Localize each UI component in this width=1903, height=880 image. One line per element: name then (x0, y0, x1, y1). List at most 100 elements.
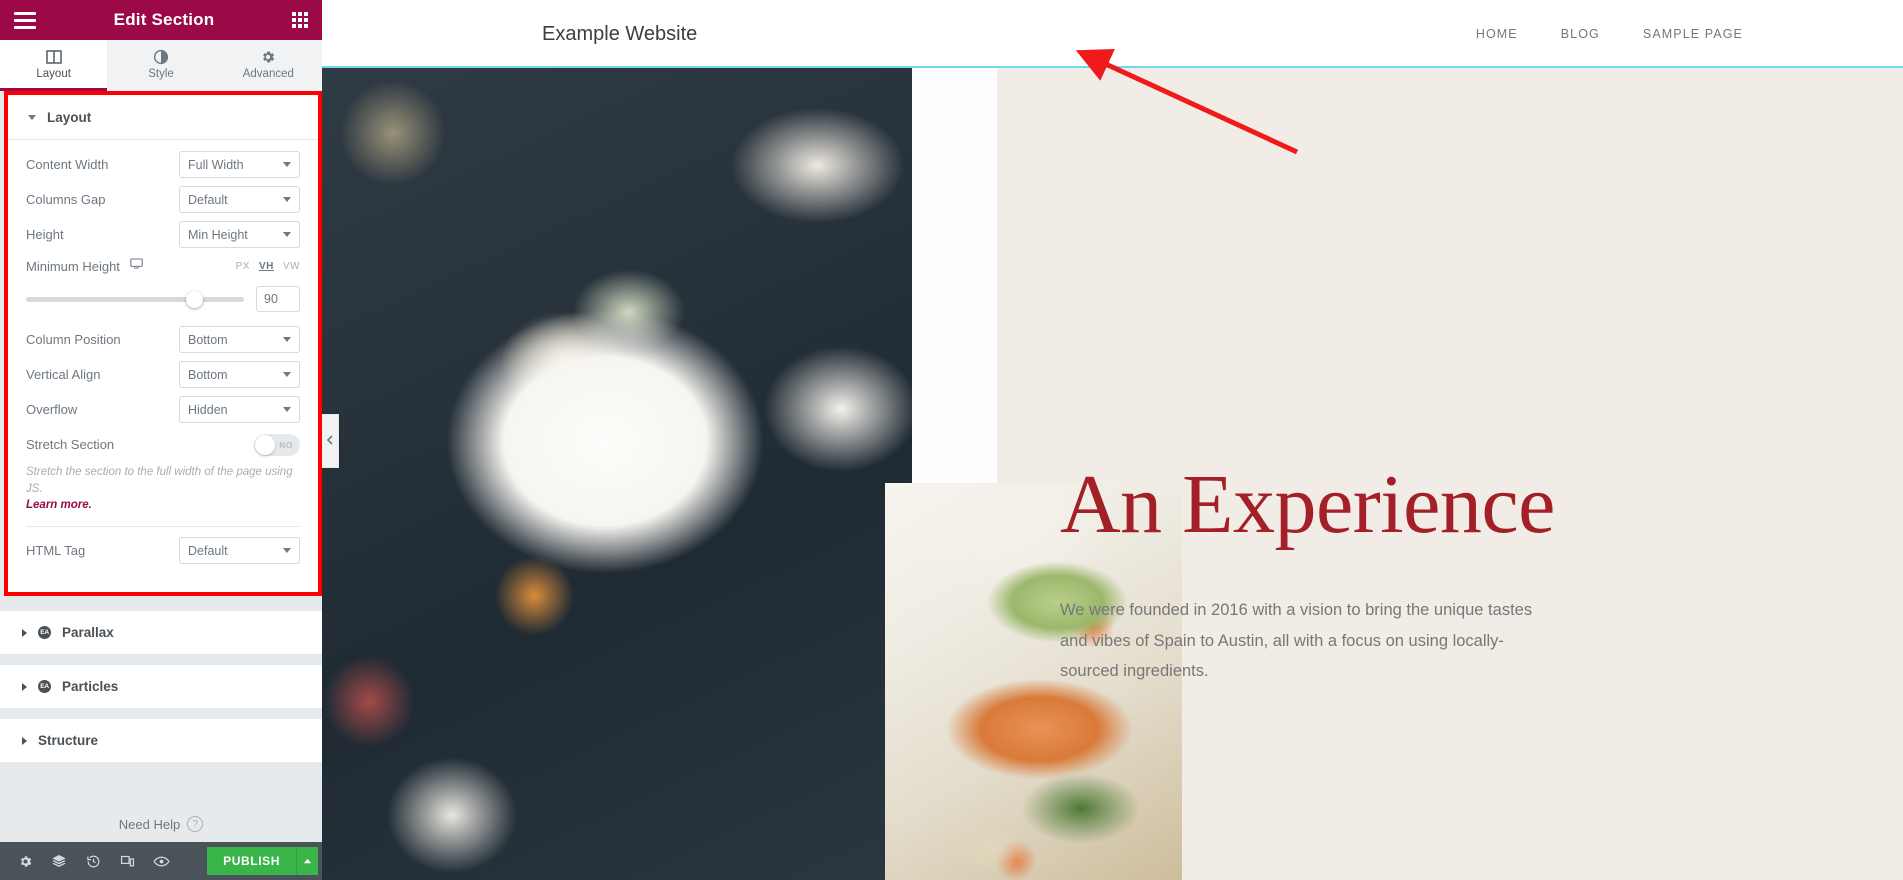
nav-item-blog[interactable]: BLOG (1561, 27, 1600, 41)
layout-section-title: Layout (47, 110, 92, 125)
stretch-description-text: Stretch the section to the full width of… (26, 466, 293, 495)
slider-handle[interactable] (186, 290, 203, 308)
overflow-select[interactable]: Hidden (179, 396, 300, 423)
divider (26, 526, 300, 528)
chevron-right-icon (22, 628, 27, 637)
height-select[interactable]: Min Height (179, 221, 300, 248)
desktop-icon[interactable] (130, 257, 236, 275)
control-label: Content Width (26, 157, 109, 172)
column-position-value: Bottom (188, 332, 228, 347)
minimum-height-input[interactable]: 90 (256, 286, 300, 312)
control-vertical-align: Vertical Align Bottom (26, 357, 300, 392)
control-column-position: Column Position Bottom (26, 322, 300, 357)
height-value: Min Height (188, 227, 248, 242)
site-header: Example Website HOME BLOG SAMPLE PAGE (322, 0, 1903, 68)
accordion-particles-label: Particles (62, 679, 119, 694)
tab-style[interactable]: Style (107, 40, 215, 91)
tab-layout[interactable]: Layout (0, 40, 108, 91)
html-tag-select[interactable]: Default (179, 537, 300, 565)
column-position-select[interactable]: Bottom (179, 326, 300, 353)
settings-gear-icon[interactable] (8, 842, 42, 880)
chevron-down-icon (28, 115, 36, 120)
apps-grid-icon[interactable] (291, 12, 308, 28)
tab-layout-label: Layout (36, 67, 71, 80)
unit-vw[interactable]: VW (283, 261, 300, 272)
html-tag-label: HTML Tag (26, 543, 86, 559)
site-title[interactable]: Example Website (542, 23, 697, 46)
control-label: Vertical Align (26, 367, 101, 382)
panel-body: Layout Content Width Full Width Columns … (0, 91, 322, 842)
content-width-select[interactable]: Full Width (179, 151, 300, 178)
need-help-label: Need Help (118, 816, 181, 832)
accordion-structure-label: Structure (38, 733, 99, 748)
nav-item-sample-page[interactable]: SAMPLE PAGE (1643, 27, 1743, 41)
layout-controls: Content Width Full Width Columns Gap Def… (8, 140, 318, 580)
hero-headline[interactable]: An Experience (1060, 463, 1560, 547)
hero-section[interactable]: An Experience We were founded in 2016 wi… (322, 66, 1903, 880)
need-help[interactable]: Need Help ? (0, 816, 322, 832)
layout-columns-icon (45, 49, 62, 65)
tab-style-label: Style (148, 67, 174, 80)
minimum-height-label: Minimum Height (26, 258, 120, 274)
toggle-state-label: NO (279, 439, 293, 450)
content-width-value: Full Width (188, 157, 244, 172)
unit-switcher: PX VH VW (236, 261, 300, 272)
publish-options-button[interactable] (296, 847, 318, 875)
nav-item-home[interactable]: HOME (1476, 27, 1518, 41)
accordion-parallax[interactable]: EA Parallax (0, 610, 322, 655)
panel-collapse-button[interactable] (322, 414, 339, 468)
tab-advanced[interactable]: Advanced (214, 40, 322, 91)
site-nav: HOME BLOG SAMPLE PAGE (1476, 27, 1743, 41)
chevron-down-icon (283, 232, 291, 237)
hero-text-block: An Experience We were founded in 2016 wi… (1060, 463, 1560, 687)
stretch-section-description: Stretch the section to the full width of… (26, 462, 300, 514)
photo-white-gap (912, 68, 997, 508)
minimum-height-slider[interactable] (26, 290, 244, 308)
control-stretch-section: Stretch Section NO (26, 427, 300, 462)
control-minimum-height-header: Minimum Height PX VH VW (26, 252, 300, 280)
accordion-particles[interactable]: EA Particles (0, 664, 322, 709)
control-content-width: Content Width Full Width (26, 147, 300, 182)
chevron-down-icon (283, 162, 291, 167)
question-mark-icon: ? (187, 816, 204, 832)
responsive-mode-icon[interactable] (110, 842, 144, 880)
unit-vh[interactable]: VH (259, 261, 274, 272)
vertical-align-select[interactable]: Bottom (179, 361, 300, 388)
learn-more-link[interactable]: Learn more. (26, 499, 92, 511)
publish-button[interactable]: PUBLISH (207, 847, 296, 875)
columns-gap-select[interactable]: Default (179, 186, 300, 213)
publish-group: PUBLISH (207, 847, 318, 875)
minimum-height-value: 90 (264, 292, 278, 306)
panel-title: Edit Section (113, 10, 215, 29)
preview-eye-icon[interactable] (144, 842, 178, 880)
pro-badge-icon: EA (38, 680, 51, 693)
unit-px[interactable]: PX (236, 261, 250, 272)
preview-canvas: Example Website HOME BLOG SAMPLE PAGE An… (322, 0, 1903, 880)
toggle-knob (255, 434, 275, 455)
minimum-height-slider-row: 90 (26, 280, 300, 322)
stretch-section-toggle[interactable]: NO (254, 433, 300, 456)
publish-label: PUBLISH (223, 854, 280, 868)
control-label: Overflow (26, 402, 78, 417)
hero-paragraph[interactable]: We were founded in 2016 with a vision to… (1060, 595, 1560, 687)
html-tag-value: Default (188, 543, 228, 558)
control-overflow: Overflow Hidden (26, 392, 300, 427)
chevron-down-icon (283, 407, 291, 412)
control-columns-gap: Columns Gap Default (26, 182, 300, 217)
contrast-circle-icon (153, 49, 169, 65)
hamburger-icon[interactable] (14, 8, 36, 33)
accordion-parallax-label: Parallax (62, 625, 114, 640)
chevron-right-icon (22, 736, 27, 745)
stretch-section-label: Stretch Section (26, 437, 115, 452)
layout-section-header[interactable]: Layout (8, 95, 318, 140)
history-icon[interactable] (76, 842, 110, 880)
chevron-down-icon (283, 337, 291, 342)
layout-settings-highlight: Layout Content Width Full Width Columns … (4, 91, 322, 596)
overflow-value: Hidden (188, 402, 228, 417)
layers-icon[interactable] (42, 842, 76, 880)
chevron-down-icon (283, 548, 291, 554)
pro-badge-icon: EA (38, 626, 51, 639)
accordion-structure[interactable]: Structure (0, 718, 322, 763)
vertical-align-value: Bottom (188, 367, 228, 382)
control-html-tag: HTML Tag Default (26, 533, 300, 568)
